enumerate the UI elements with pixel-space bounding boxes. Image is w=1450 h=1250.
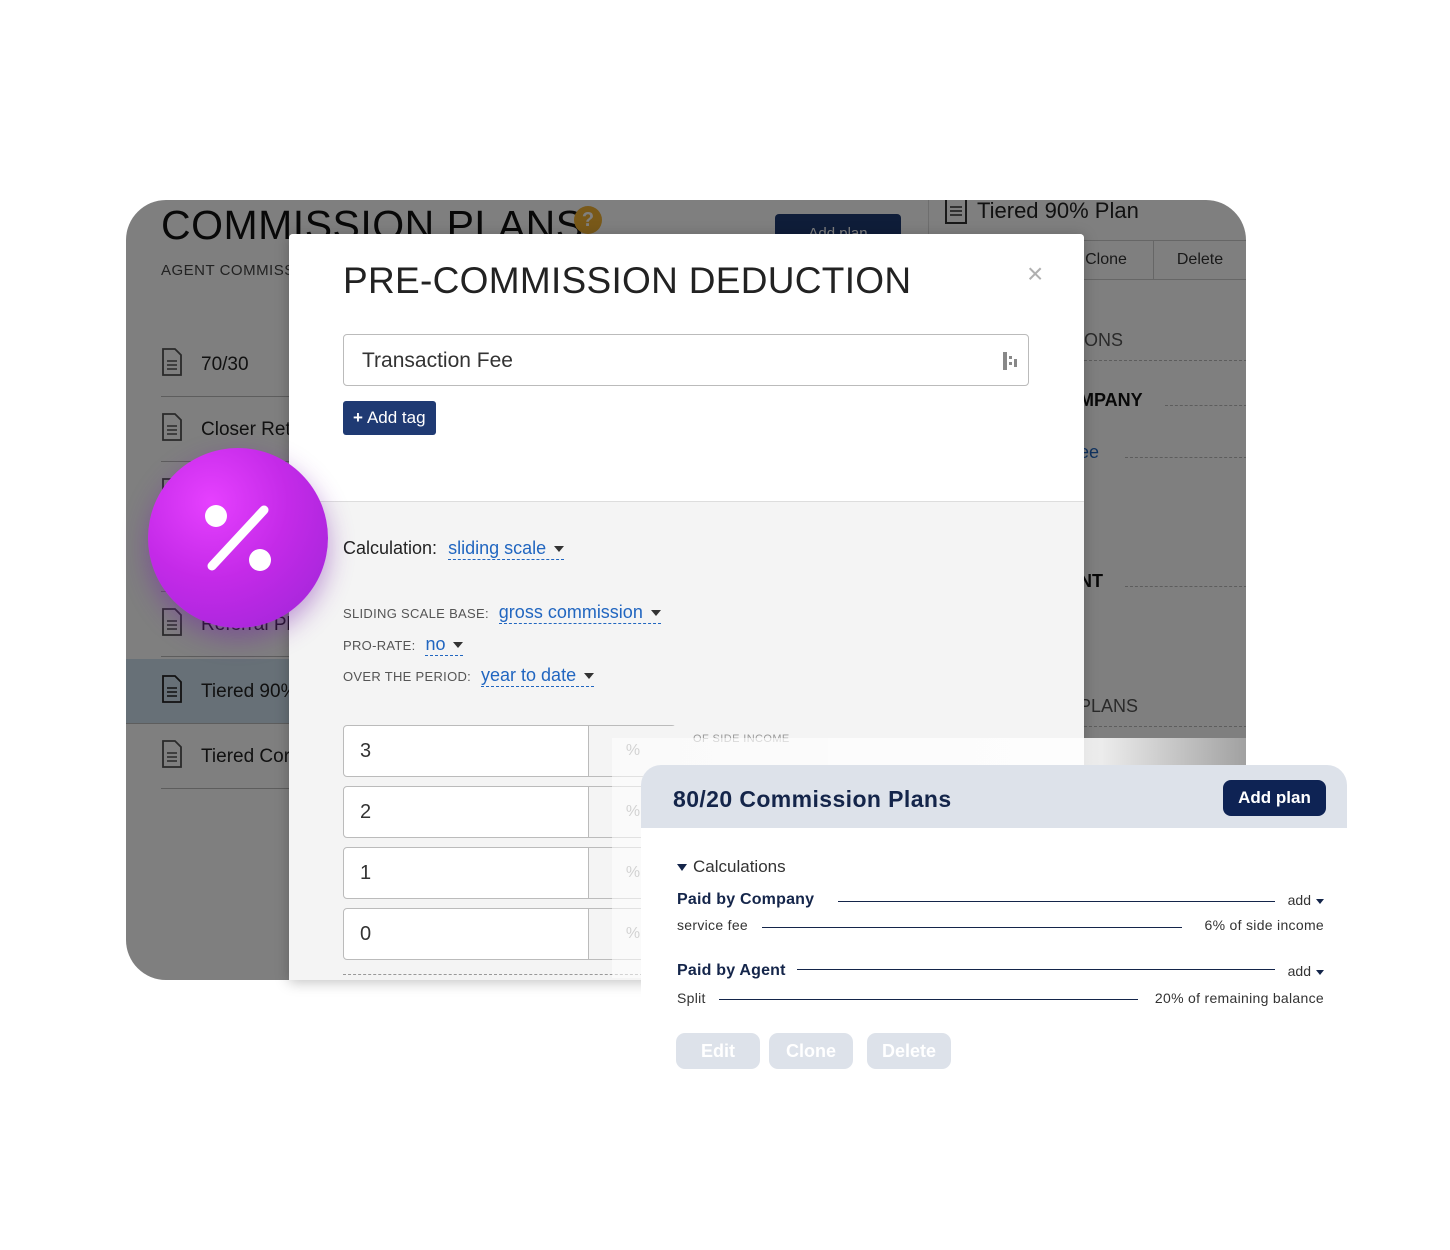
tier-divider <box>343 974 643 975</box>
split-label: Split <box>677 990 706 1006</box>
edit-button[interactable]: Edit <box>676 1033 760 1069</box>
caret-down-icon <box>677 864 687 872</box>
leader-line <box>797 969 1275 970</box>
plus-icon: + <box>353 408 363 427</box>
calculation-value: sliding scale <box>448 538 547 558</box>
split-value: 20% of remaining balance <box>1154 990 1324 1006</box>
tier-value[interactable]: 0 <box>360 923 371 946</box>
calculations-toggle[interactable]: Calculations <box>677 857 786 877</box>
commission-plan-card: 80/20 Commission Plans Add plan Calculat… <box>641 765 1347 1095</box>
period-dropdown[interactable]: year to date <box>481 665 595 687</box>
tier-value[interactable]: 1 <box>360 862 371 885</box>
delete-button[interactable]: Delete <box>867 1033 951 1069</box>
card-title: 80/20 Commission Plans <box>673 786 952 812</box>
calculation-dropdown[interactable]: sliding scale <box>448 538 565 560</box>
chevron-down-icon <box>650 610 661 617</box>
pro-rate-row: PRO-RATE: no <box>343 634 464 656</box>
paid-by-company-label: Paid by Company <box>677 891 815 908</box>
leader-line <box>762 927 1182 928</box>
modal-header-section: PRE-COMMISSION DEDUCTION × +Add tag <box>289 234 1084 502</box>
percent-icon <box>205 505 271 571</box>
chevron-down-icon <box>1316 969 1324 975</box>
tier-value[interactable]: 3 <box>360 740 371 763</box>
chevron-down-icon <box>1316 898 1324 904</box>
paid-by-agent-label: Paid by Agent <box>677 962 786 979</box>
deduction-name-field[interactable] <box>343 334 1029 387</box>
chevron-down-icon <box>554 546 565 553</box>
pro-rate-dropdown[interactable]: no <box>425 634 464 656</box>
add-plan-button[interactable]: Add plan <box>1223 780 1326 816</box>
period-label: OVER THE PERIOD: <box>343 669 472 684</box>
sliding-scale-base-dropdown[interactable]: gross commission <box>498 602 661 624</box>
pro-rate-label: PRO-RATE: <box>343 638 416 653</box>
add-label: add <box>1287 963 1311 979</box>
tier-value[interactable]: 2 <box>360 801 371 824</box>
period-row: OVER THE PERIOD: year to date <box>343 665 595 687</box>
calculations-label: Calculations <box>693 857 786 876</box>
sliding-scale-base-value: gross commission <box>498 602 643 622</box>
service-fee-label: service fee <box>677 917 748 933</box>
calculation-row: Calculation: sliding scale <box>343 538 565 560</box>
chevron-down-icon <box>453 642 464 649</box>
leader-line <box>719 999 1138 1000</box>
pro-rate-value: no <box>425 634 446 654</box>
sliding-scale-base-row: SLIDING SCALE BASE: gross commission <box>343 602 661 624</box>
modal-title: PRE-COMMISSION DEDUCTION <box>343 260 912 301</box>
add-tag-button[interactable]: + Add tag <box>343 401 436 435</box>
sliding-scale-base-label: SLIDING SCALE BASE: <box>343 606 489 621</box>
clone-button[interactable]: Clone <box>769 1033 853 1069</box>
calculation-label: Calculation: <box>343 538 438 558</box>
chevron-down-icon <box>584 673 595 680</box>
service-fee-value: 6% of side income <box>1204 917 1324 933</box>
close-icon[interactable]: × <box>1027 258 1043 290</box>
card-header: 80/20 Commission Plans Add plan <box>641 765 1347 828</box>
leader-line <box>838 901 1275 902</box>
add-label: add <box>1287 892 1311 908</box>
deduction-name-input[interactable] <box>360 335 1004 387</box>
autofill-icon[interactable] <box>1002 351 1018 371</box>
agent-add-dropdown[interactable]: add <box>1288 963 1324 979</box>
percent-badge <box>148 448 328 628</box>
period-value: year to date <box>481 665 577 685</box>
add-tag-label: Add tag <box>366 408 426 427</box>
company-add-dropdown[interactable]: add <box>1288 892 1324 908</box>
